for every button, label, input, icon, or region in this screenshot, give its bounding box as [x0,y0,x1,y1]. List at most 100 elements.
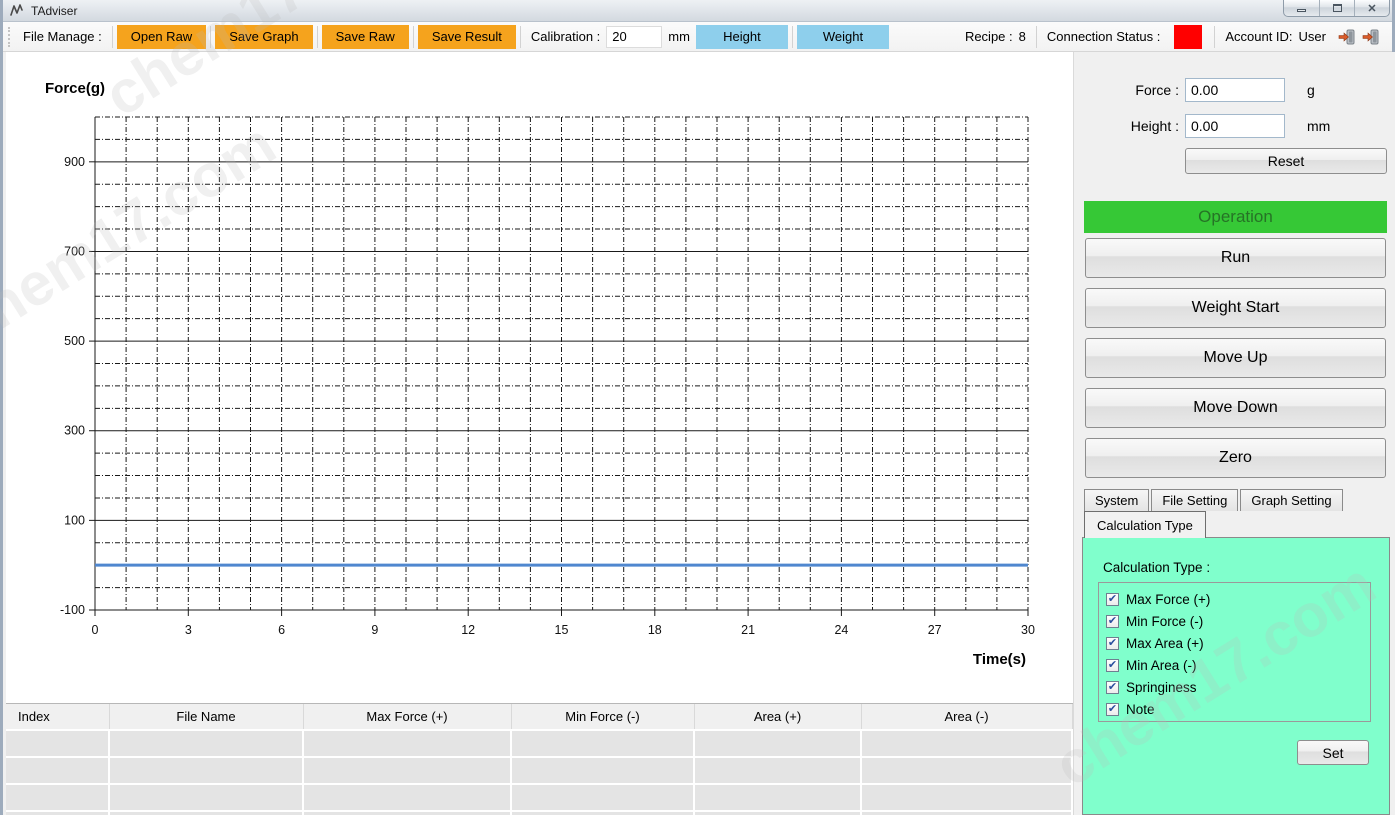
svg-text:15: 15 [555,623,569,637]
checkbox-note[interactable]: ✔ Note [1106,698,1370,720]
table-cell [694,757,861,784]
results-table-container: IndexFile NameMax Force (+)Min Force (-)… [6,703,1073,815]
reset-button[interactable]: Reset [1185,148,1387,174]
results-table: IndexFile NameMax Force (+)Min Force (-)… [6,704,1073,815]
table-cell [6,811,109,815]
set-button[interactable]: Set [1297,740,1369,765]
open-raw-button[interactable]: Open Raw [117,25,206,49]
table-row[interactable] [6,730,1072,757]
tab-system[interactable]: System [1084,489,1149,511]
operation-header-button[interactable]: Operation [1084,201,1387,233]
checkbox-label: Min Area (-) [1126,658,1197,673]
results-table-header-row: IndexFile NameMax Force (+)Min Force (-)… [6,704,1072,730]
maximize-button[interactable] [1319,0,1354,16]
checkbox-icon[interactable]: ✔ [1106,659,1119,672]
separator [520,26,521,48]
move-up-button[interactable]: Move Up [1085,338,1386,378]
tab-calculation-type[interactable]: Calculation Type [1084,511,1206,538]
app-title: TAdviser [31,4,77,18]
force-readout-label: Force : [1074,82,1179,98]
tab-file-setting[interactable]: File Setting [1151,489,1238,511]
save-raw-button[interactable]: Save Raw [322,25,409,49]
table-row[interactable] [6,757,1072,784]
close-button[interactable]: ✕ [1354,0,1389,16]
chart-area: 036912151821242730-100100300500700900For… [6,52,1073,815]
table-row[interactable] [6,784,1072,811]
tab-graph-setting[interactable]: Graph Setting [1240,489,1342,511]
maximize-icon [1333,4,1342,12]
table-cell [511,730,694,757]
login-icon[interactable] [1338,28,1356,46]
svg-text:100: 100 [64,513,85,527]
table-cell [109,784,303,811]
save-graph-button[interactable]: Save Graph [215,25,312,49]
table-cell [511,784,694,811]
zero-button[interactable]: Zero [1085,438,1386,478]
table-cell [694,730,861,757]
checkbox-label: Max Area (+) [1126,636,1204,651]
file-manage-label: File Manage : [23,29,102,44]
checkbox-icon[interactable]: ✔ [1106,593,1119,606]
toolbar: File Manage : Open Raw Save Graph Save R… [3,22,1392,52]
column-header-area: Area (-) [861,704,1072,730]
calibration-input[interactable] [606,26,662,48]
svg-text:700: 700 [64,244,85,258]
separator [792,26,793,48]
checkbox-max-force[interactable]: ✔Max Force (+) [1106,588,1370,610]
table-cell [6,730,109,757]
svg-text:9: 9 [371,623,378,637]
window-controls: ✕ [1283,0,1390,17]
column-header-file-name: File Name [109,704,303,730]
force-readout-input[interactable] [1185,78,1285,102]
height-button[interactable]: Height [696,25,788,49]
svg-text:Time(s): Time(s) [973,651,1026,668]
height-unit-label: mm [1307,118,1330,134]
separator [413,26,414,48]
checkbox-springiness[interactable]: ✔Springiness [1106,676,1370,698]
close-icon: ✕ [1367,2,1376,15]
titlebar: TAdviser ✕ [3,0,1392,22]
checkbox-icon[interactable]: ✔ [1106,703,1119,716]
svg-text:3: 3 [185,623,192,637]
recipe-value: 8 [1019,29,1026,44]
minimize-button[interactable] [1284,0,1319,16]
weight-start-button[interactable]: Weight Start [1085,288,1386,328]
checkbox-icon[interactable]: ✔ [1106,637,1119,650]
checkbox-label: Min Force (-) [1126,614,1203,629]
column-header-area: Area (+) [694,704,861,730]
column-header-max-force: Max Force (+) [303,704,511,730]
table-row[interactable] [6,811,1072,815]
move-down-button[interactable]: Move Down [1085,388,1386,428]
svg-text:300: 300 [64,424,85,438]
settings-tabs: SystemFile SettingGraph Setting [1084,489,1345,511]
svg-text:12: 12 [461,623,475,637]
height-readout-input[interactable] [1185,114,1285,138]
separator [317,26,318,48]
checkbox-min-area[interactable]: ✔ Min Area (-) [1106,654,1370,676]
checkbox-label: Note [1126,702,1155,717]
table-cell [303,784,511,811]
table-cell [109,757,303,784]
table-cell [303,811,511,815]
table-cell [861,811,1072,815]
account-id-label: Account ID: [1225,29,1292,44]
force-time-chart: 036912151821242730-100100300500700900For… [6,52,1073,703]
checkbox-icon[interactable]: ✔ [1106,615,1119,628]
recipe-label: Recipe : [965,29,1013,44]
toolbar-grip[interactable] [8,27,12,47]
account-user-value: User [1299,29,1326,44]
run-button[interactable]: Run [1085,238,1386,278]
checkbox-icon[interactable]: ✔ [1106,681,1119,694]
minimize-icon [1297,9,1306,12]
table-cell [861,784,1072,811]
weight-button[interactable]: Weight [797,25,889,49]
table-cell [511,757,694,784]
save-result-button[interactable]: Save Result [418,25,516,49]
app-icon [10,4,25,17]
logout-icon[interactable] [1362,28,1380,46]
svg-text:30: 30 [1021,623,1035,637]
table-cell [109,811,303,815]
checkbox-max-area[interactable]: ✔ Max Area (+) [1106,632,1370,654]
svg-text:18: 18 [648,623,662,637]
checkbox-min-force[interactable]: ✔ Min Force (-) [1106,610,1370,632]
